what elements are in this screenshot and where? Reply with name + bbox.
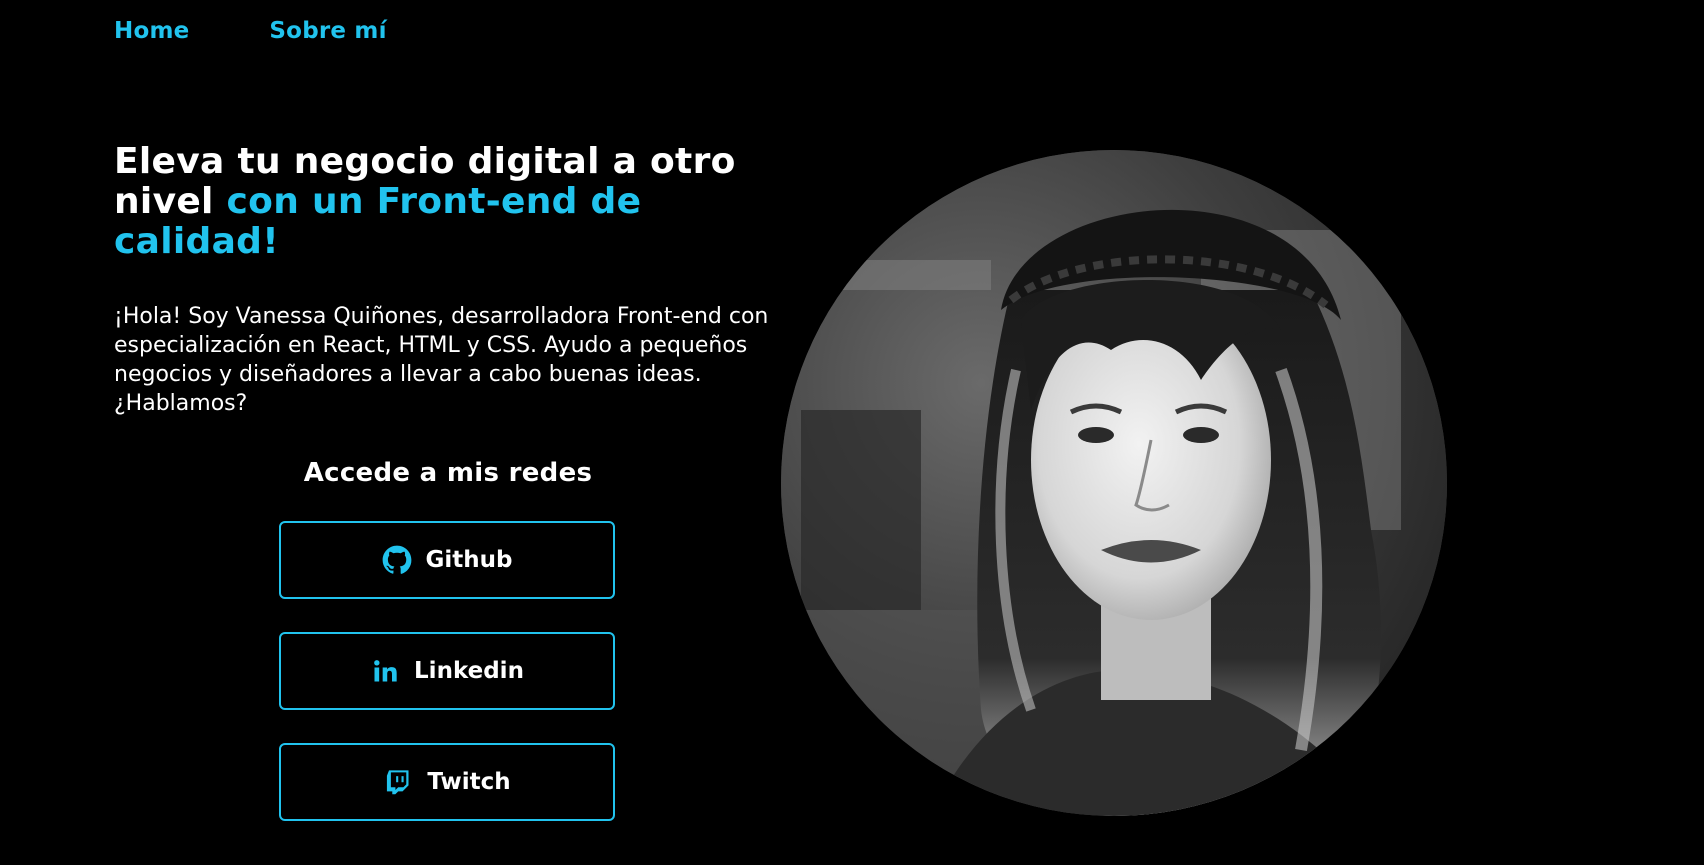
portrait-photo — [781, 150, 1447, 816]
twitch-button[interactable]: Twitch — [279, 743, 615, 821]
twitch-label: Twitch — [427, 769, 511, 795]
nav-home-link[interactable]: Home — [114, 18, 189, 44]
nav-about-link[interactable]: Sobre mí — [269, 18, 386, 44]
page: Home Sobre mí Eleva tu negocio digital a… — [0, 0, 1704, 865]
hero-intro: ¡Hola! Soy Vanessa Quiñones, desarrollad… — [114, 304, 769, 416]
socials-title: Accede a mis redes — [303, 458, 593, 488]
linkedin-label: Linkedin — [414, 658, 524, 684]
linkedin-button[interactable]: Linkedin — [279, 632, 615, 710]
github-button[interactable]: Github — [279, 521, 615, 599]
twitch-icon — [383, 767, 413, 797]
github-icon — [382, 545, 412, 575]
github-label: Github — [425, 547, 513, 573]
top-nav: Home Sobre mí — [114, 18, 387, 44]
hero-headline: Eleva tu negocio digital a otro nivel co… — [114, 142, 774, 262]
linkedin-icon — [370, 656, 400, 686]
